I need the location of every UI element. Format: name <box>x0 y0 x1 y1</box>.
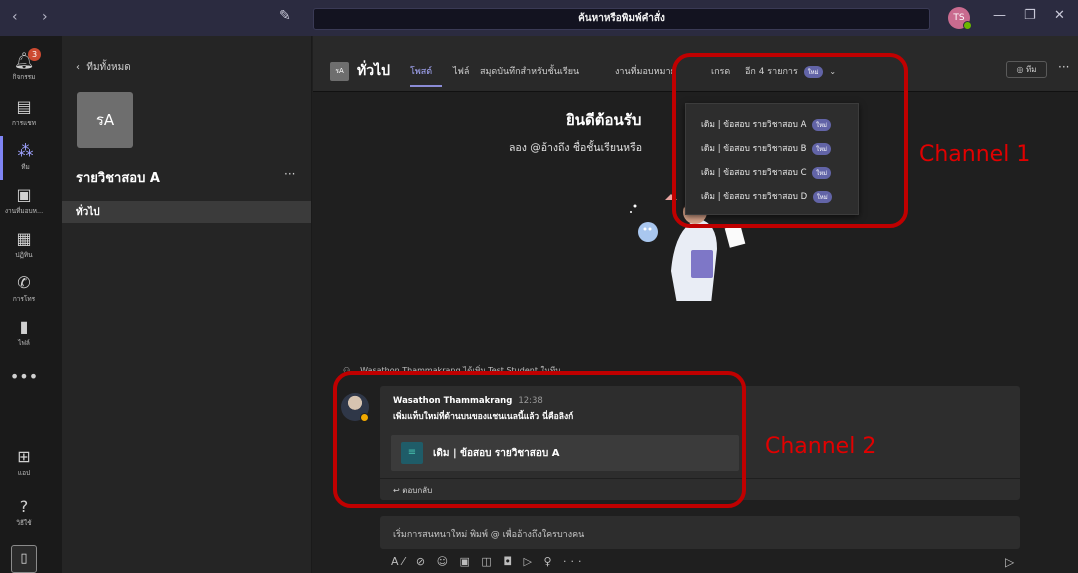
chat-bubble-shape <box>638 222 658 242</box>
chat-icon: ▤ <box>16 97 32 116</box>
tab-posts[interactable]: โพสต์ <box>410 64 432 78</box>
annotation-box-2 <box>333 371 746 508</box>
help-icon: ? <box>19 497 29 516</box>
channel-item-general[interactable]: ทั่วไป <box>62 201 311 223</box>
title-bar: ‹ › ✎ ค้นหาหรือพิมพ์คำสั่ง TS — ❐ ✕ <box>0 0 1078 36</box>
header-more-button[interactable]: ··· <box>1058 60 1069 74</box>
search-input[interactable]: ค้นหาหรือพิมพ์คำสั่ง <box>313 8 930 30</box>
minimize-button[interactable]: — <box>993 8 1006 23</box>
team-info-button[interactable]: ◎ ทีม <box>1006 61 1047 78</box>
rail-item-chat[interactable]: ▤ การแชท <box>0 92 48 136</box>
team-name: รายวิชาสอบ A <box>76 171 160 186</box>
back-to-teams-link[interactable]: ‹ ทีมทั้งหมด <box>76 60 131 75</box>
send-icon[interactable]: ▷ <box>1005 555 1014 569</box>
team-avatar-small: รA <box>330 62 349 81</box>
rail-item-label: งานที่มอบห... <box>4 207 44 215</box>
rail-item-label: การโทร <box>12 295 36 303</box>
notification-badge: 3 <box>28 48 41 61</box>
device-icon[interactable]: ▯ <box>11 545 37 573</box>
rail-item-teams[interactable]: ⁂ ทีม <box>0 136 48 180</box>
back-label: ทีมทั้งหมด <box>86 62 131 73</box>
rail-item-label: ปฏิทิน <box>15 251 33 259</box>
presence-available-icon <box>963 21 972 30</box>
compose-placeholder: เริ่มการสนทนาใหม่ พิมพ์ @ เพื่ออ้างถึงใค… <box>393 530 585 540</box>
compose-input[interactable]: เริ่มการสนทนาใหม่ พิมพ์ @ เพื่ออ้างถึงใค… <box>380 516 1020 549</box>
welcome-title: ยินดีต้อนรับ <box>566 111 642 129</box>
team-more-button[interactable]: ··· <box>284 167 295 181</box>
rail-item-more[interactable]: ••• <box>0 362 48 406</box>
app-rail: 🔔︎ กิจกรรม 3 ▤ การแชท ⁂ ทีม ▣ งานที่มอบห… <box>0 36 62 573</box>
phone-icon: ✆ <box>17 273 31 292</box>
rail-item-label: ทีม <box>21 163 30 171</box>
close-button[interactable]: ✕ <box>1054 8 1065 23</box>
rail-item-activity[interactable]: 🔔︎ กิจกรรม 3 <box>0 46 48 90</box>
channel-title: ทั่วไป <box>357 63 391 79</box>
rail-item-label: การแชท <box>12 119 36 127</box>
apps-icon: ⊞ <box>17 447 31 466</box>
rail-item-files[interactable]: ▮ ไฟล์ <box>0 312 48 356</box>
rail-item-label: กิจกรรม <box>12 73 36 81</box>
rail-item-label: ไฟล์ <box>18 339 30 347</box>
rail-item-assignments[interactable]: ▣ งานที่มอบห... <box>0 180 48 224</box>
back-forward-arrows[interactable]: ‹ › <box>12 9 58 25</box>
active-tab-indicator <box>410 85 442 87</box>
team-sidebar: ‹ ทีมทั้งหมด รA รายวิชาสอบ A ··· ทั่วไป <box>62 36 312 573</box>
annotation-label-2: Channel 2 <box>765 434 877 459</box>
rail-item-calls[interactable]: ✆ การโทร <box>0 268 48 312</box>
channel-label: ทั่วไป <box>76 207 100 218</box>
maximize-button[interactable]: ❐ <box>1024 8 1036 23</box>
file-icon: ▮ <box>19 317 29 336</box>
tab-class-notebook[interactable]: สมุดบันทึกสำหรับชั้นเรียน <box>480 64 579 78</box>
rail-item-calendar[interactable]: ▦ ปฏิทิน <box>0 224 48 268</box>
team-avatar: รA <box>77 92 133 148</box>
annotation-label-1: Channel 1 <box>919 142 1031 167</box>
rail-item-apps[interactable]: ⊞ แอป <box>0 442 48 486</box>
rail-item-label: แอป <box>17 469 31 477</box>
welcome-subtitle: ลอง @อ้างถึง ชื่อชั้นเรียนหรือ <box>509 142 643 154</box>
annotation-box-1 <box>672 53 908 228</box>
compose-icon[interactable]: ✎ <box>279 8 291 24</box>
tab-files[interactable]: ไฟล์ <box>453 64 469 78</box>
teams-icon: ⁂ <box>17 141 34 160</box>
compose-toolbar[interactable]: A⁄ ⊘ ☺ ▣ ◫ ◘ ▷ ♀ ··· <box>391 555 586 568</box>
tab-assignments[interactable]: งานที่มอบหมาย <box>615 64 676 78</box>
calendar-icon: ▦ <box>16 229 32 248</box>
rail-item-help[interactable]: ? วิธีใช้ <box>0 492 48 536</box>
rail-item-label: วิธีใช้ <box>16 519 32 527</box>
assignments-icon: ▣ <box>16 185 32 204</box>
more-icon: ••• <box>9 367 39 386</box>
